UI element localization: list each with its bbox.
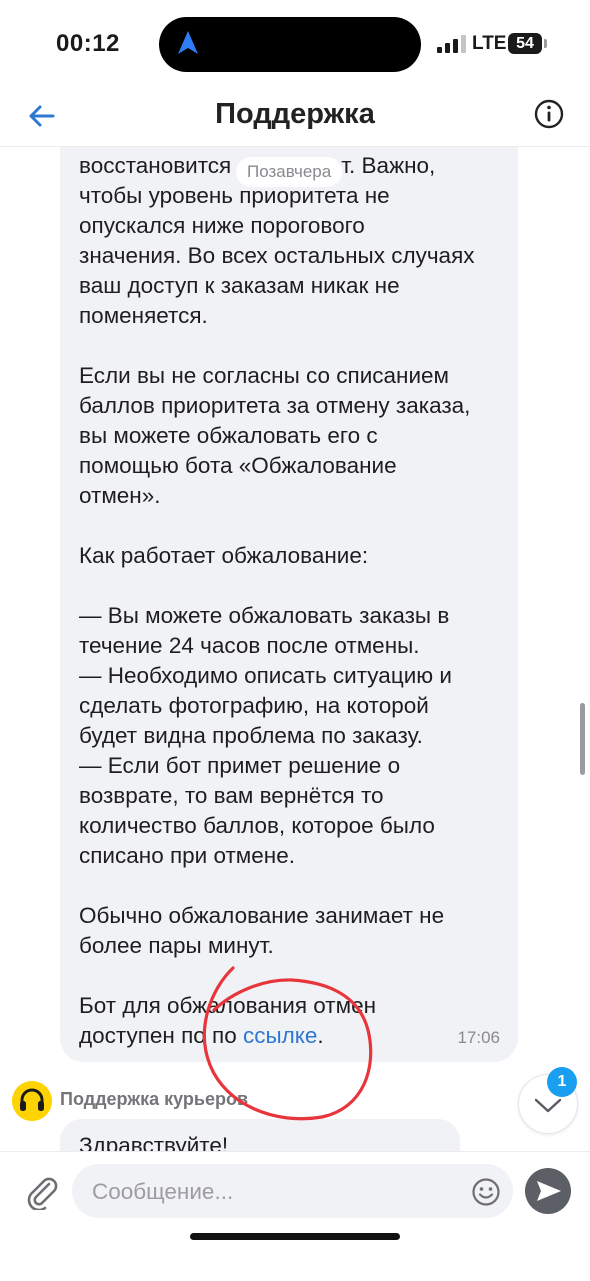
message-line: доступен по по: [79, 1023, 243, 1048]
message-line: .: [317, 1023, 324, 1048]
support-message-bubble: восстановится т. Важно, чтобы уровень при…: [60, 147, 518, 1062]
date-divider: Позавчера: [236, 157, 343, 187]
message-line: будет видна проблема по заказу.: [79, 723, 423, 748]
message-text: восстановится т. Важно, чтобы уровень при…: [79, 151, 504, 1051]
support-message-bubble: Здравствуйте!: [60, 1119, 460, 1151]
message-line: — Необходимо описать ситуацию и: [79, 663, 452, 688]
message-line: восстановится: [79, 153, 232, 178]
message-paragraph: Обычно обжалование занимает не более пар…: [79, 901, 504, 961]
chat-feed[interactable]: восстановится т. Важно, чтобы уровень при…: [0, 147, 590, 1151]
message-line: отмен».: [79, 483, 161, 508]
message-line: т. Важно,: [341, 153, 436, 178]
message-paragraph: — Вы можете обжаловать заказы в течение …: [79, 601, 504, 871]
message-line: более пары минут.: [79, 933, 274, 958]
send-button[interactable]: [525, 1168, 571, 1214]
message-line: — Если бот примет решение о: [79, 753, 401, 778]
paperclip-icon[interactable]: [24, 1172, 58, 1210]
message-line: помощью бота «Обжалование: [79, 453, 397, 478]
message-line: поменяется.: [79, 303, 208, 328]
message-line: сделать фотографию, на которой: [79, 693, 429, 718]
message-paragraph: Как работает обжалование:: [79, 541, 504, 571]
send-icon: [537, 1181, 561, 1201]
message-line: Если вы не согласны со списанием: [79, 363, 449, 388]
message-line: опускался ниже порогового: [79, 213, 365, 238]
home-indicator: [190, 1233, 400, 1240]
network-type: LTE: [472, 33, 507, 54]
message-line: вы можете обжаловать его с: [79, 423, 378, 448]
message-line: Как работает обжалование:: [79, 543, 369, 568]
sender-name: Поддержка курьеров: [60, 1089, 249, 1109]
message-line: — Вы можете обжаловать заказы в: [79, 603, 450, 628]
scrollbar[interactable]: [580, 703, 585, 775]
signal-icon: [437, 35, 466, 53]
appeal-bot-link[interactable]: ссылке: [243, 1023, 317, 1048]
message-line: баллов приоритета за отмену заказа,: [79, 393, 471, 418]
message-time: 17:06: [457, 1028, 500, 1047]
message-line: течение 24 часов после отмены.: [79, 633, 420, 658]
status-bar: 00:12 LTE 54: [0, 0, 590, 90]
message-line: списано при отмене.: [79, 843, 295, 868]
message-line: ваш доступ к заказам никак не: [79, 273, 400, 298]
headset-avatar-icon: [12, 1081, 52, 1121]
location-arrow-icon: [178, 31, 198, 54]
unread-badge: 1: [547, 1067, 577, 1097]
message-line: возврате, то вам вернётся то: [79, 783, 384, 808]
info-icon[interactable]: [533, 98, 565, 130]
message-text: Здравствуйте!: [79, 1133, 229, 1151]
message-line: Обычно обжалование занимает не: [79, 903, 445, 928]
message-line: количество баллов, которое было: [79, 813, 435, 838]
message-input-bar: [0, 1151, 590, 1281]
message-line: Бот для обжалования отмен: [79, 993, 377, 1018]
message-paragraph: Бот для обжалования отмен доступен по по…: [79, 991, 504, 1051]
status-time: 00:12: [56, 30, 120, 57]
message-line: чтобы уровень приоритета не: [79, 183, 390, 208]
battery-level: 54: [508, 33, 542, 54]
page-title: Поддержка: [215, 98, 375, 130]
message-field[interactable]: [72, 1164, 513, 1220]
message-line: значения. Во всех остальных случаях: [79, 243, 475, 268]
chat-header: Поддержка: [0, 90, 590, 147]
smiley-icon[interactable]: [471, 1177, 501, 1207]
message-input[interactable]: [90, 1164, 454, 1220]
message-paragraph: Если вы не согласны со списанием баллов …: [79, 361, 504, 511]
battery-tip: [544, 39, 547, 48]
